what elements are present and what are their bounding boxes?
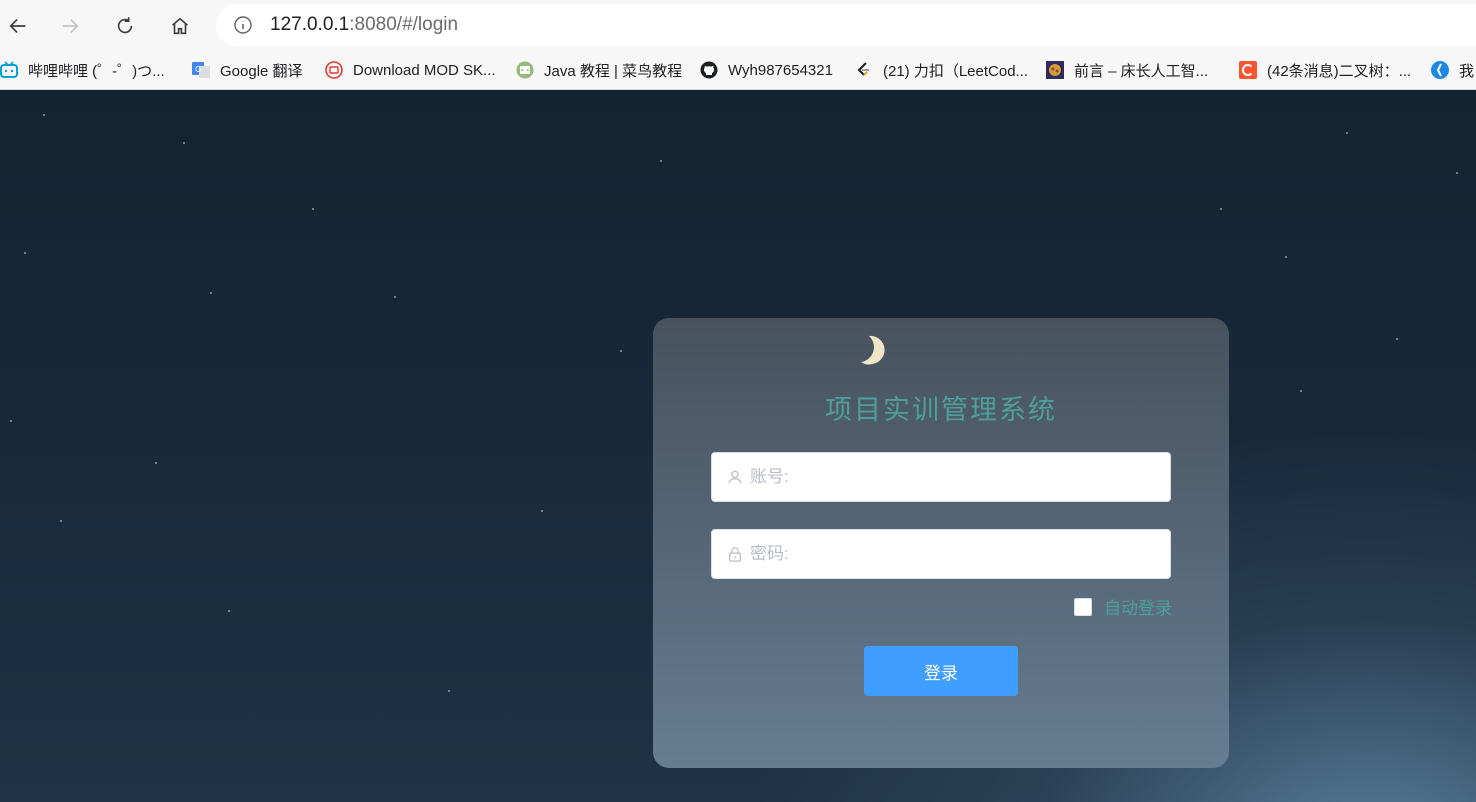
- background-star: [10, 420, 12, 422]
- background-star: [155, 462, 157, 464]
- background-star: [1346, 132, 1348, 134]
- background-star: [24, 252, 26, 254]
- username-field[interactable]: [711, 452, 1171, 502]
- bookmark-label: Java 教程 | 菜鸟教程: [544, 62, 683, 80]
- home-icon: [172, 17, 188, 35]
- arrow-right-icon: [62, 18, 79, 34]
- home-button[interactable]: [162, 8, 198, 44]
- bookmark-label: (21) 力扣（LeetCod...: [883, 62, 1029, 80]
- bookmark-ai-tutorial[interactable]: 前言 – 床长人工智...: [1046, 56, 1208, 84]
- bookmarks-bar: 哔哩哔哩 (゜-゜)つ... G Google 翻译 Download MOD …: [0, 50, 1476, 90]
- bookmark-leetcode[interactable]: (21) 力扣（LeetCod...: [855, 56, 1028, 84]
- url-host: 127.0.0.1: [270, 14, 350, 35]
- bookmark-label: 我: [1459, 62, 1475, 80]
- address-bar[interactable]: 127.0.0.1:8080/#/login: [216, 4, 1476, 46]
- bookmark-download-mod[interactable]: Download MOD SK...: [325, 56, 496, 84]
- background-star: [1220, 208, 1222, 210]
- bookmark-label: (42条消息)二叉树：...: [1267, 62, 1412, 80]
- background-star: [1456, 172, 1458, 174]
- reload-icon: [117, 17, 133, 34]
- background-star: [660, 160, 662, 162]
- bookmark-runoob[interactable]: Java 教程 | 菜鸟教程: [516, 56, 682, 84]
- forward-button[interactable]: [52, 8, 88, 44]
- user-icon: [726, 468, 744, 486]
- bookmark-label: 前言 – 床长人工智...: [1074, 62, 1209, 80]
- bookmark-github[interactable]: Wyh987654321: [700, 56, 833, 84]
- auto-login-label[interactable]: 自动登录: [1104, 594, 1172, 619]
- background-star: [43, 114, 45, 116]
- brain-icon: [1046, 61, 1064, 79]
- url-text[interactable]: 127.0.0.1:8080/#/login: [270, 14, 458, 36]
- github-icon: [700, 61, 718, 79]
- reload-button[interactable]: [107, 8, 143, 44]
- background-star: [60, 520, 62, 522]
- bookmark-csdn[interactable]: (42条消息)二叉树：...: [1239, 56, 1411, 84]
- csdn-icon: [1239, 61, 1257, 79]
- background-star: [448, 690, 450, 692]
- login-button[interactable]: 登录: [864, 646, 1018, 696]
- login-page: 项目实训管理系统 自动登录 登录: [0, 90, 1476, 802]
- leetcode-icon: [855, 61, 873, 79]
- bookmark-label: 哔哩哔哩 (゜-゜)つ...: [28, 62, 165, 80]
- info-icon[interactable]: [232, 14, 254, 36]
- bookmark-bilibili[interactable]: 哔哩哔哩 (゜-゜)つ...: [0, 56, 165, 84]
- bilibili-icon: [0, 61, 18, 79]
- username-input[interactable]: [750, 453, 1170, 501]
- back-button[interactable]: [0, 8, 36, 44]
- background-star: [312, 208, 314, 210]
- auto-login-option[interactable]: 自动登录: [1074, 594, 1172, 619]
- bookmark-google-translate[interactable]: G Google 翻译: [192, 56, 303, 84]
- background-star: [620, 350, 622, 352]
- login-card: 项目实训管理系统 自动登录 登录: [653, 318, 1229, 768]
- bookmark-overflow[interactable]: 我: [1431, 56, 1474, 84]
- background-star: [1285, 256, 1287, 258]
- blue-bookmark-icon: [1431, 61, 1449, 79]
- password-input[interactable]: [750, 530, 1170, 578]
- bookmark-label: Download MOD SK...: [353, 61, 496, 79]
- background-star: [210, 292, 212, 294]
- background-star: [183, 142, 185, 144]
- bookmark-label: Wyh987654321: [728, 61, 833, 79]
- page-title: 项目实训管理系统: [825, 395, 1057, 426]
- tv-icon: [325, 61, 343, 79]
- arrow-left-icon: [9, 18, 26, 34]
- background-star: [1396, 338, 1398, 340]
- lock-icon: [726, 545, 744, 563]
- svg-text:G: G: [195, 65, 201, 74]
- background-star: [394, 296, 396, 298]
- google-translate-icon: G: [192, 61, 210, 79]
- url-path: :8080/#/login: [349, 14, 459, 35]
- background-star: [228, 610, 230, 612]
- auto-login-checkbox[interactable]: [1074, 597, 1092, 616]
- background-star: [1300, 390, 1302, 392]
- runoob-icon: [516, 61, 534, 79]
- browser-toolbar: 127.0.0.1:8080/#/login: [0, 0, 1476, 50]
- password-field[interactable]: [711, 529, 1171, 579]
- background-star: [541, 510, 543, 512]
- bookmark-label: Google 翻译: [220, 62, 303, 80]
- moon-icon: [861, 335, 885, 367]
